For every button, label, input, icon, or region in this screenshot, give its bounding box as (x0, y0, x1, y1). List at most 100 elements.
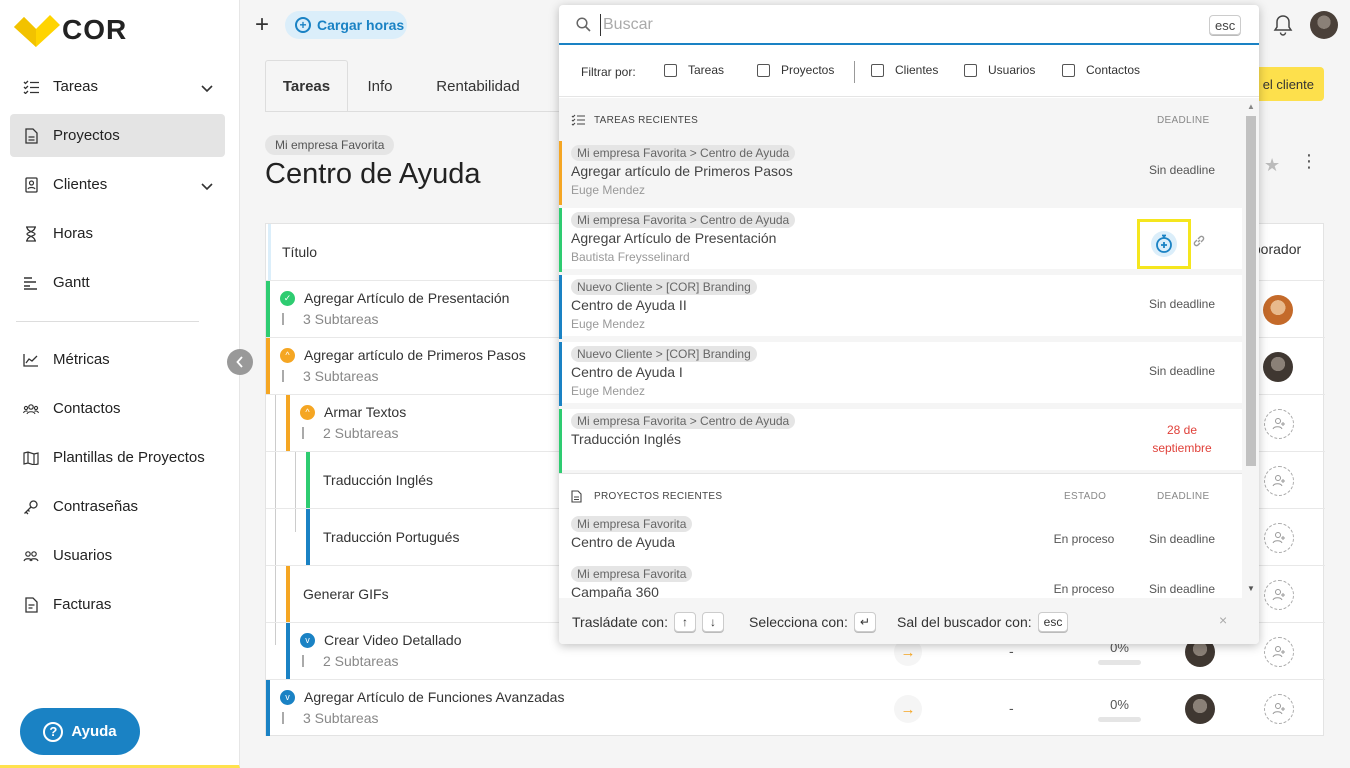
subtasks-count: 2 Subtareas (302, 425, 399, 441)
task-title[interactable]: Crear Video Detallado (324, 632, 462, 648)
status-color-bar (559, 208, 562, 272)
collapse-sidebar-button[interactable] (227, 349, 253, 375)
search-input[interactable] (600, 14, 1200, 36)
stopwatch-plus-icon[interactable] (1151, 231, 1177, 257)
notifications-bell-icon[interactable] (1273, 14, 1293, 41)
chevron-down-icon[interactable] (201, 80, 213, 97)
add-user-icon[interactable] (1264, 637, 1294, 667)
select-hint-label: Selecciona con: (749, 614, 848, 630)
add-user-icon[interactable] (1264, 466, 1294, 496)
filter-usuarios[interactable]: Usuarios (964, 63, 1035, 77)
close-icon[interactable]: × (1219, 612, 1227, 628)
cor-logo-mark-icon (14, 13, 60, 47)
more-options-icon[interactable]: ⋮ (1300, 152, 1318, 170)
checkbox[interactable] (871, 63, 884, 77)
task-result[interactable]: Mi empresa Favorita > Centro de Ayuda Ag… (559, 138, 1242, 205)
subtask-list-icon (302, 427, 316, 439)
sidebar-item-tareas[interactable]: Tareas (10, 65, 225, 108)
projects-section-header: PROYECTOS RECIENTES ESTADO DEADLINE (559, 473, 1242, 513)
sidebar-item-proyectos[interactable]: Proyectos (10, 114, 225, 157)
deadline-day: 28 de (1166, 423, 1198, 437)
result-path: Mi empresa Favorita (571, 566, 693, 582)
scroll-down-arrow-icon[interactable]: ▼ (1247, 584, 1255, 593)
task-title[interactable]: Agregar artículo de Primeros Pasos (304, 347, 526, 363)
sidebar-item-label: Proyectos (53, 127, 120, 144)
sidebar-item-contactos[interactable]: Contactos (10, 387, 225, 430)
avatar[interactable] (1263, 295, 1293, 325)
user-avatar[interactable] (1310, 11, 1338, 39)
task-result[interactable]: Nuevo Cliente > [COR] Branding Centro de… (559, 272, 1242, 339)
filter-proyectos[interactable]: Proyectos (757, 63, 834, 77)
add-user-icon[interactable] (1264, 523, 1294, 553)
check-status-icon[interactable]: ✓ (280, 291, 295, 306)
chevron-down-icon[interactable] (201, 178, 213, 195)
start-timer-highlight[interactable] (1137, 219, 1191, 269)
checkbox[interactable] (964, 63, 977, 77)
table-row[interactable]: v Agregar Artículo de Funciones Avanzada… (266, 679, 1325, 736)
column-header-title[interactable]: Título (268, 224, 568, 280)
sidebar-divider (16, 321, 199, 322)
filter-contactos[interactable]: Contactos (1062, 63, 1140, 77)
results-scrollbar[interactable]: ▲ ▼ (1242, 98, 1259, 598)
search-footer: Trasládate con: ↑ ↓ Selecciona con: ↵ Sa… (559, 598, 1259, 644)
cargar-horas-button[interactable]: + Cargar horas (285, 11, 407, 39)
add-user-icon[interactable] (1264, 580, 1294, 610)
result-title: Traducción Inglés (571, 431, 681, 447)
exit-hint: Sal del buscador con: esc (897, 612, 1069, 632)
checkbox[interactable] (664, 63, 677, 77)
page-title: Centro de Ayuda (265, 158, 481, 190)
tab-rentabilidad[interactable]: Rentabilidad (420, 60, 536, 112)
sidebar-item-plantillas[interactable]: Plantillas de Proyectos (10, 436, 225, 479)
chevron-up-status-icon[interactable]: ^ (280, 348, 295, 363)
esc-key-badge[interactable]: esc (1209, 15, 1242, 35)
filter-tareas[interactable]: Tareas (664, 63, 724, 77)
project-file-icon (571, 490, 582, 506)
task-result[interactable]: Mi empresa Favorita > Centro de Ayuda Tr… (559, 406, 1242, 473)
task-title[interactable]: Traducción Portugués (323, 529, 459, 545)
add-user-icon[interactable] (1264, 409, 1294, 439)
sidebar-item-label: Facturas (53, 596, 112, 613)
sidebar-item-usuarios[interactable]: Usuarios (10, 534, 225, 577)
sidebar-item-contrasenas[interactable]: Contraseñas (10, 485, 225, 528)
sidebar-item-clientes[interactable]: Clientes (10, 163, 225, 206)
key-icon (23, 499, 39, 515)
task-title[interactable]: Armar Textos (324, 404, 406, 420)
add-button[interactable]: + (255, 13, 269, 37)
arrow-right-icon[interactable]: → (894, 695, 922, 723)
help-button[interactable]: ? Ayuda (20, 708, 140, 755)
sidebar-item-horas[interactable]: Horas (10, 212, 225, 255)
chevron-up-status-icon[interactable]: ^ (300, 405, 315, 420)
filter-clientes[interactable]: Clientes (871, 63, 938, 77)
avatar[interactable] (1263, 352, 1293, 382)
chevron-down-status-icon[interactable]: v (280, 690, 295, 705)
tab-info[interactable]: Info (352, 60, 408, 112)
cargar-horas-label: Cargar horas (317, 17, 405, 33)
checkbox[interactable] (1062, 63, 1075, 77)
task-title[interactable]: Agregar Artículo de Funciones Avanzadas (304, 689, 564, 705)
sidebar-item-gantt[interactable]: Gantt (10, 261, 225, 304)
project-result[interactable]: Mi empresa Favorita Centro de Ayuda En p… (559, 512, 1242, 562)
section-title: TAREAS RECIENTES (594, 115, 699, 126)
task-result[interactable]: Nuevo Cliente > [COR] Branding Centro de… (559, 339, 1242, 406)
cor-logo[interactable]: COR (14, 12, 127, 48)
tab-tareas[interactable]: Tareas (265, 60, 348, 112)
subtasks-label: 2 Subtareas (323, 425, 399, 441)
sidebar-item-metricas[interactable]: Métricas (10, 338, 225, 381)
task-result[interactable]: Mi empresa Favorita > Centro de Ayuda Ag… (559, 205, 1242, 272)
breadcrumb[interactable]: Mi empresa Favorita (265, 135, 395, 155)
task-title[interactable]: Agregar Artículo de Presentación (304, 290, 509, 306)
scroll-up-arrow-icon[interactable]: ▲ (1247, 102, 1255, 111)
sidebar-item-label: Clientes (53, 176, 108, 193)
add-user-icon[interactable] (1264, 694, 1294, 724)
task-title[interactable]: Generar GIFs (303, 586, 389, 602)
task-title[interactable]: Traducción Inglés (323, 472, 433, 488)
star-favorite-icon[interactable]: ★ (1264, 155, 1280, 176)
checkbox[interactable] (757, 63, 770, 77)
avatar[interactable] (1185, 694, 1215, 724)
scroll-thumb[interactable] (1246, 116, 1256, 466)
subtasks-count: 2 Subtareas (302, 653, 399, 669)
link-icon[interactable] (1192, 234, 1206, 253)
sidebar-item-facturas[interactable]: Facturas (10, 583, 225, 626)
result-estado: En proceso (1053, 582, 1115, 596)
chevron-down-status-icon[interactable]: v (300, 633, 315, 648)
